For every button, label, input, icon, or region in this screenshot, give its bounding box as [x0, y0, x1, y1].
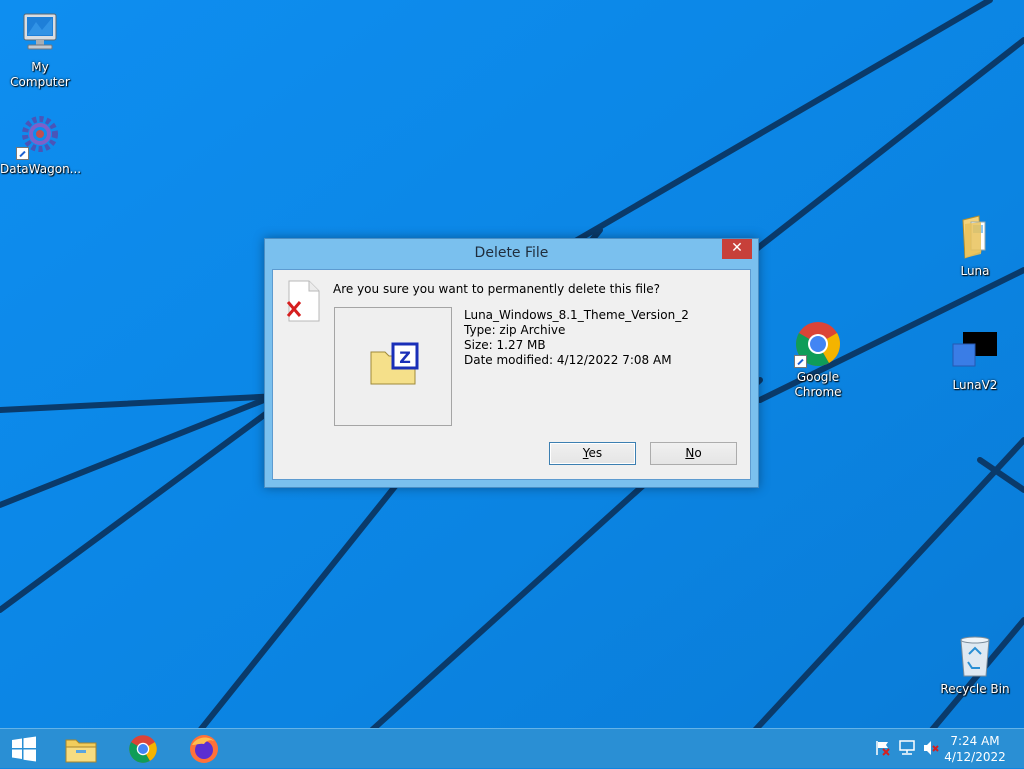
file-type: Type: zip Archive: [464, 323, 566, 337]
shortcut-arrow-icon: [16, 147, 29, 160]
start-button[interactable]: [0, 729, 48, 769]
desktop-icon-label: My Computer: [10, 60, 70, 89]
firefox-icon: [190, 735, 218, 763]
file-size: Size: 1.27 MB: [464, 338, 546, 352]
file-info: Luna_Windows_8.1_Theme_Version_2 Type: z…: [464, 308, 689, 368]
desktop-icon-label: Luna: [960, 264, 990, 278]
start-icon: [12, 736, 36, 762]
taskbar-firefox[interactable]: [175, 729, 233, 769]
taskbar: 7:24 AM 4/12/2022: [0, 728, 1024, 768]
volume-muted-icon[interactable]: [922, 739, 940, 757]
yes-label-rest: es: [588, 446, 603, 460]
desktop-icon-my-computer[interactable]: My Computer: [0, 10, 80, 90]
file-name: Luna_Windows_8.1_Theme_Version_2: [464, 308, 689, 322]
desktop-icon-datawagon[interactable]: DataWagon...: [0, 112, 82, 177]
chrome-icon: [794, 320, 842, 368]
no-button[interactable]: No: [650, 442, 737, 465]
confirmation-question: Are you sure you want to permanently del…: [333, 282, 660, 296]
network-icon[interactable]: [898, 739, 916, 757]
desktop-icon-label: Recycle Bin: [940, 682, 1010, 696]
clock-date: 4/12/2022: [944, 750, 1006, 764]
no-access-key: N: [685, 446, 695, 460]
dialog-body: Are you sure you want to permanently del…: [272, 269, 751, 480]
folder-icon: [951, 214, 999, 262]
file-explorer-icon: [65, 739, 97, 763]
zip-archive-icon: Z: [369, 342, 421, 390]
taskbar-clock[interactable]: 7:24 AM 4/12/2022: [940, 733, 1010, 765]
file-date-modified: Date modified: 4/12/2022 7:08 AM: [464, 353, 672, 367]
svg-text:Z: Z: [399, 348, 411, 367]
desktop-icon-lunav2[interactable]: LunaV2: [935, 328, 1015, 393]
desktop-icon-recycle-bin[interactable]: Recycle Bin: [935, 632, 1015, 697]
close-button[interactable]: ✕: [722, 239, 752, 259]
delete-file-dialog: Delete File ✕ Are you sure you want to p…: [264, 238, 759, 488]
dialog-title: Delete File: [474, 245, 549, 261]
shortcut-icon: [951, 328, 999, 376]
shortcut-arrow-icon: [794, 355, 807, 368]
taskbar-chrome[interactable]: [114, 729, 172, 769]
chrome-icon: [129, 735, 157, 763]
file-preview: Z: [334, 307, 452, 426]
desktop-icon-label: DataWagon...: [0, 162, 82, 176]
no-label-rest: o: [694, 446, 702, 460]
taskbar-file-explorer[interactable]: [52, 729, 110, 769]
recycle-bin-icon: [951, 632, 999, 680]
computer-icon: [16, 10, 64, 58]
delete-document-icon: [285, 280, 321, 322]
desktop-icon-luna[interactable]: Luna: [935, 214, 1015, 279]
desktop-icon-label: Google Chrome: [794, 370, 842, 399]
desktop-icon-google-chrome[interactable]: Google Chrome: [778, 320, 858, 400]
gear-shortcut-icon: [16, 112, 64, 160]
clock-time: 7:24 AM: [950, 734, 1000, 748]
yes-button[interactable]: Yes: [549, 442, 636, 465]
desktop-icon-label: LunaV2: [952, 378, 998, 392]
flag-icon[interactable]: [874, 739, 892, 757]
